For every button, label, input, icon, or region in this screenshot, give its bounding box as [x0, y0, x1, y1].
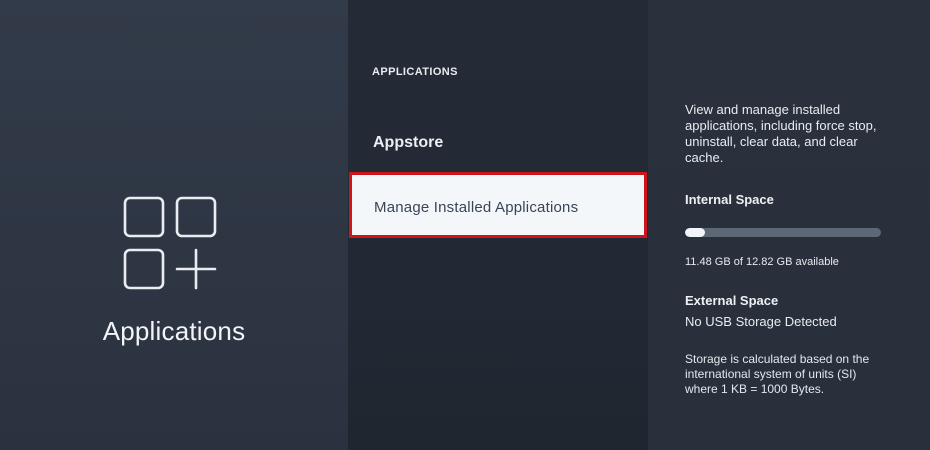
applications-grid-plus-icon [123, 196, 219, 292]
external-space-title: External Space [685, 293, 779, 308]
storage-note: Storage is calculated based on the inter… [685, 352, 870, 396]
internal-space-progress-bar [685, 228, 881, 237]
internal-space-usage: 11.48 GB of 12.82 GB available [685, 256, 839, 268]
category-pane: Applications [0, 0, 348, 450]
menu-item-manage-installed-applications[interactable]: Manage Installed Applications [349, 172, 647, 238]
settings-screen: Applications APPLICATIONS Appstore Manag… [0, 0, 930, 450]
internal-space-progress-fill [685, 228, 706, 237]
menu-pane: APPLICATIONS Appstore Manage Installed A… [348, 0, 648, 450]
category-title: Applications [102, 316, 246, 346]
internal-space-title: Internal Space [685, 192, 774, 207]
description-text: View and manage installed applications, … [685, 102, 877, 165]
menu-header: APPLICATIONS [372, 66, 458, 78]
info-pane: View and manage installed applications, … [648, 0, 930, 450]
menu-item-appstore[interactable]: Appstore [348, 134, 648, 152]
external-space-status: No USB Storage Detected [685, 314, 837, 329]
